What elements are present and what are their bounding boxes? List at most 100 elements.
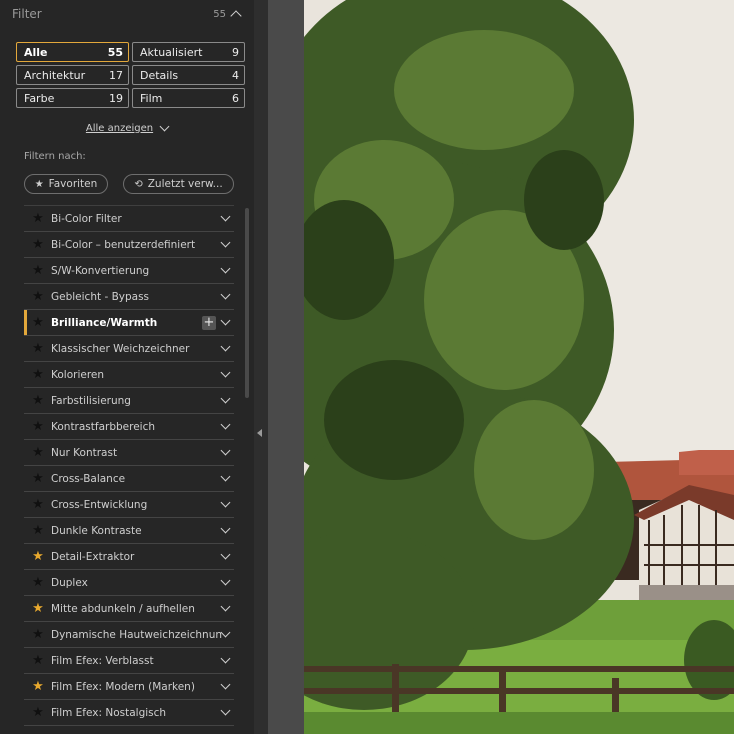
star-icon[interactable]: ★ xyxy=(29,394,47,407)
category-count: 6 xyxy=(232,91,239,105)
filter-row[interactable]: ★ Brilliance/Warmth + xyxy=(24,310,234,336)
filter-row[interactable]: ★ Dynamische Hautweichzeichnung xyxy=(24,622,234,648)
chevron-down-icon[interactable] xyxy=(220,237,231,248)
category-film[interactable]: Film 6 xyxy=(132,88,245,108)
filter-label: Cross-Balance xyxy=(51,472,126,485)
category-architecture[interactable]: Architektur 17 xyxy=(16,65,129,85)
star-icon[interactable]: ★ xyxy=(29,264,47,277)
add-preset-icon[interactable]: + xyxy=(202,315,216,330)
chevron-down-icon[interactable] xyxy=(220,445,231,456)
star-icon[interactable]: ★ xyxy=(29,654,47,667)
star-icon[interactable]: ★ xyxy=(29,576,47,589)
chevron-down-icon xyxy=(159,121,170,131)
star-icon[interactable]: ★ xyxy=(29,706,47,719)
filter-label: Film Efex: Modern (Marken) xyxy=(51,680,195,693)
chevron-down-icon[interactable] xyxy=(220,393,231,404)
category-all[interactable]: Alle 55 xyxy=(16,42,129,62)
star-icon: ★ xyxy=(34,178,44,190)
filter-label: Bi-Color Filter xyxy=(51,212,122,225)
star-icon[interactable]: ★ xyxy=(29,498,47,511)
chevron-down-icon[interactable] xyxy=(220,575,231,586)
show-all-link[interactable]: Alle anzeigen xyxy=(0,120,254,136)
filter-row[interactable]: ★ Farbstilisierung xyxy=(24,388,234,414)
show-all-label: Alle anzeigen xyxy=(85,122,154,134)
star-filled-icon[interactable]: ★ xyxy=(29,680,47,693)
chevron-down-icon[interactable] xyxy=(220,497,231,508)
panel-gutter xyxy=(254,0,268,734)
filter-row[interactable]: ★ Mitte abdunkeln / aufhellen xyxy=(24,596,234,622)
filter-row[interactable]: ★ Duplex xyxy=(24,570,234,596)
chevron-down-icon[interactable] xyxy=(220,419,231,430)
category-details[interactable]: Details 4 xyxy=(132,65,245,85)
filter-label: Kolorieren xyxy=(51,368,105,381)
chevron-down-icon[interactable] xyxy=(220,549,231,560)
chevron-down-icon[interactable] xyxy=(220,523,231,534)
history-icon: ⟲ xyxy=(134,178,143,190)
star-icon[interactable]: ★ xyxy=(29,472,47,485)
filter-label: Brilliance/Warmth xyxy=(51,316,158,329)
filter-row[interactable]: ★ Detail-Extraktor xyxy=(24,544,234,570)
scrollbar-thumb[interactable] xyxy=(245,208,249,398)
star-icon[interactable]: ★ xyxy=(29,628,47,641)
filter-row[interactable]: ★ Film Efex: Verblasst xyxy=(24,648,234,674)
filter-list: ★ Bi-Color Filter ★ Bi-Color – benutzerdefi… xyxy=(24,205,234,726)
star-icon[interactable]: ★ xyxy=(29,524,47,537)
star-icon[interactable]: ★ xyxy=(29,238,47,251)
star-icon[interactable]: ★ xyxy=(29,342,47,355)
filter-row[interactable]: ★ Kolorieren xyxy=(24,362,234,388)
chevron-down-icon[interactable] xyxy=(220,653,231,664)
category-label: Film xyxy=(140,91,163,105)
category-label: Alle xyxy=(24,45,48,59)
chevron-down-icon[interactable] xyxy=(220,211,231,222)
filter-row[interactable]: ★ Nur Kontrast xyxy=(24,440,234,466)
recently-used-button[interactable]: ⟲ Zuletzt verw... xyxy=(123,174,234,194)
filter-row[interactable]: ★ Kontrastfarbbereich xyxy=(24,414,234,440)
filter-label: Klassischer Weichzeichner xyxy=(51,342,190,355)
recent-label: Zuletzt verw... xyxy=(147,178,223,190)
filter-label: Kontrastfarbbereich xyxy=(51,420,156,433)
chevron-down-icon[interactable] xyxy=(220,315,231,326)
star-icon[interactable]: ★ xyxy=(29,290,47,303)
chevron-down-icon[interactable] xyxy=(220,341,231,352)
category-updated[interactable]: Aktualisiert 9 xyxy=(132,42,245,62)
landscape-photo xyxy=(304,0,734,734)
filter-row[interactable]: ★ Film Efex: Modern (Marken) xyxy=(24,674,234,700)
star-filled-icon[interactable]: ★ xyxy=(29,602,47,615)
chevron-down-icon[interactable] xyxy=(220,471,231,482)
category-count: 19 xyxy=(109,91,123,105)
chevron-down-icon[interactable] xyxy=(220,627,231,638)
chevron-down-icon[interactable] xyxy=(220,705,231,716)
collapse-panel-icon[interactable] xyxy=(257,429,262,437)
filter-label: Bi-Color – benutzerdefiniert xyxy=(51,238,196,251)
filter-row[interactable]: ★ Dunkle Kontraste xyxy=(24,518,234,544)
category-count: 55 xyxy=(107,45,123,59)
filter-row[interactable]: ★ Gebleicht - Bypass xyxy=(24,284,234,310)
star-icon[interactable]: ★ xyxy=(29,446,47,459)
chevron-down-icon[interactable] xyxy=(220,679,231,690)
chevron-down-icon[interactable] xyxy=(220,367,231,378)
filter-row[interactable]: ★ Cross-Balance xyxy=(24,466,234,492)
star-filled-icon[interactable]: ★ xyxy=(29,550,47,563)
chevron-down-icon[interactable] xyxy=(220,263,231,274)
filter-label: Duplex xyxy=(51,576,88,589)
filter-row[interactable]: ★ Film Efex: Nostalgisch xyxy=(24,700,234,726)
filter-header[interactable]: Filter 55 xyxy=(12,0,242,28)
filter-row[interactable]: ★ Bi-Color Filter xyxy=(24,206,234,232)
filter-label: Dunkle Kontraste xyxy=(51,524,142,537)
star-icon[interactable]: ★ xyxy=(29,368,47,381)
category-count: 4 xyxy=(232,68,239,82)
star-icon[interactable]: ★ xyxy=(29,212,47,225)
filter-row[interactable]: ★ S/W-Konvertierung xyxy=(24,258,234,284)
filter-row[interactable]: ★ Bi-Color – benutzerdefiniert xyxy=(24,232,234,258)
star-icon[interactable]: ★ xyxy=(29,316,47,329)
category-grid: Alle 55 Aktualisiert 9 Architektur 17 Detai… xyxy=(16,42,245,108)
chevron-up-icon[interactable] xyxy=(230,10,242,22)
star-icon[interactable]: ★ xyxy=(29,420,47,433)
chevron-down-icon[interactable] xyxy=(220,601,231,612)
filter-row[interactable]: ★ Cross-Entwicklung xyxy=(24,492,234,518)
favorites-button[interactable]: ★ Favoriten xyxy=(24,174,108,194)
category-color[interactable]: Farbe 19 xyxy=(16,88,129,108)
filter-label: Gebleicht - Bypass xyxy=(51,290,150,303)
chevron-down-icon[interactable] xyxy=(220,289,231,300)
filter-row[interactable]: ★ Klassischer Weichzeichner xyxy=(24,336,234,362)
